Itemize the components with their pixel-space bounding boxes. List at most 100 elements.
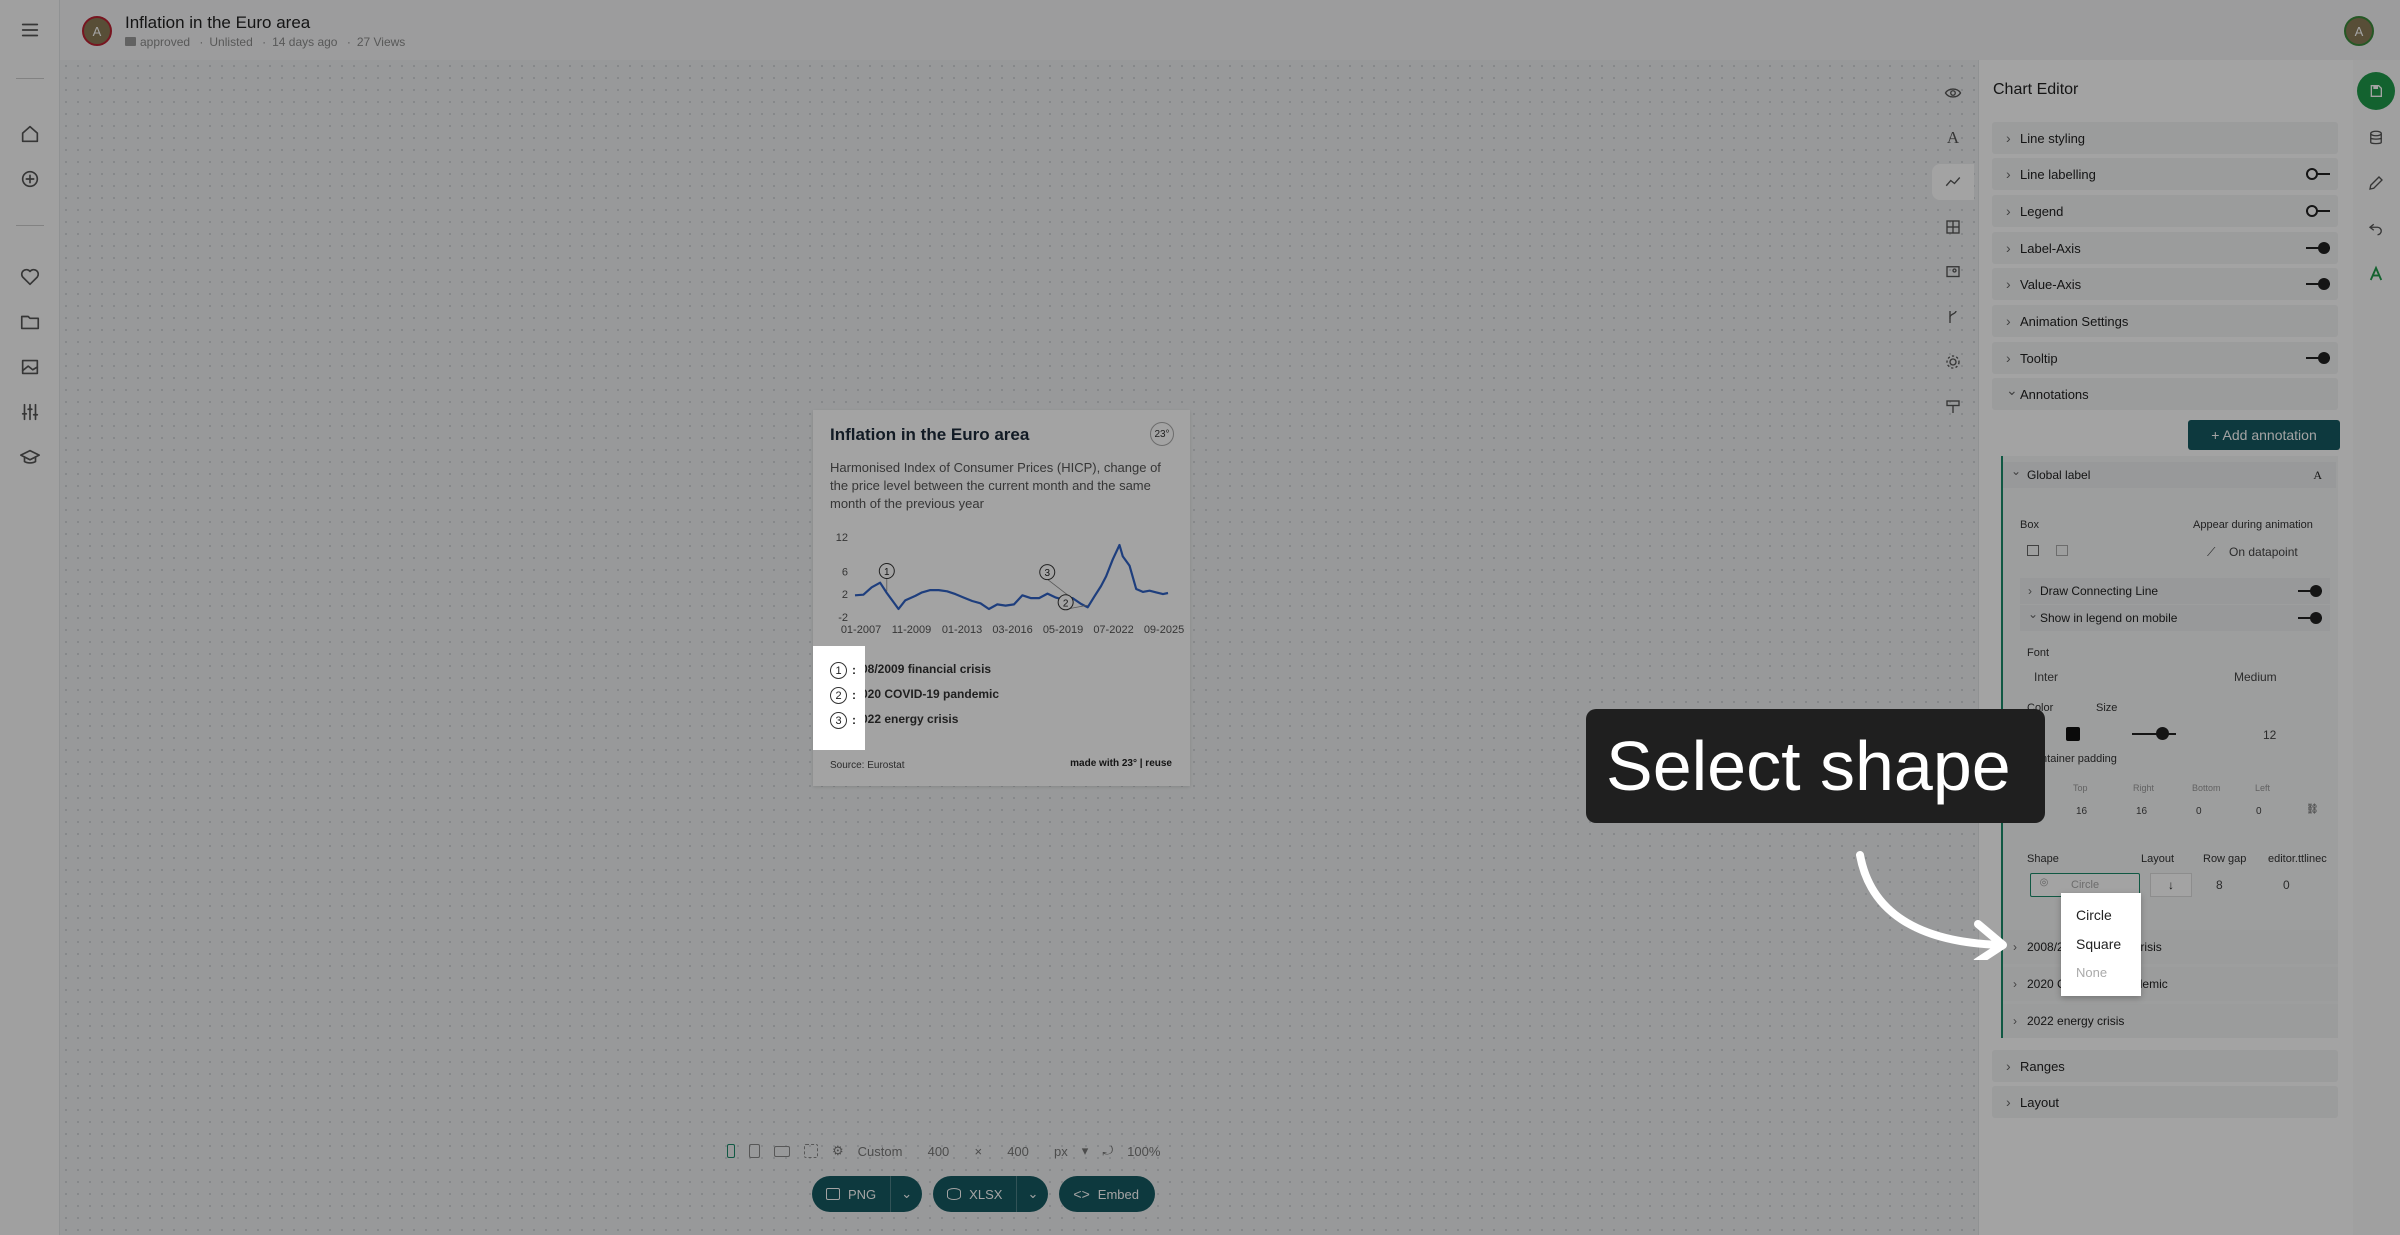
slider-track[interactable] [2132,733,2176,735]
extra-input[interactable]: 0 [2283,878,2290,892]
menu-icon[interactable] [15,15,45,45]
home-icon[interactable] [15,119,45,149]
desktop-size-icon[interactable] [774,1145,790,1157]
grid-icon[interactable] [1942,216,1964,238]
layout-select[interactable]: ↓ [2150,873,2192,897]
section-line-styling[interactable]: Line styling [1992,122,2338,154]
made-with-link[interactable]: made with 23° | reuse [1070,758,1172,769]
branch-icon[interactable] [1942,306,1964,328]
folder-icon [125,37,136,46]
undo-icon[interactable] [2361,213,2391,243]
gear-icon[interactable] [1942,351,1964,373]
graduation-cap-icon[interactable] [15,442,45,472]
section-value-axis[interactable]: Value-Axis [1992,268,2338,300]
section-layout[interactable]: Layout [1992,1086,2338,1118]
global-label-header[interactable]: Global labelA [2003,462,2336,488]
chevron-down-icon[interactable]: ⌄ [1016,1176,1048,1212]
tablet-size-icon[interactable] [749,1144,760,1158]
rail-divider [16,225,44,226]
png-export-button[interactable]: PNG ⌄ [812,1176,923,1212]
section-animation-settings[interactable]: Animation Settings [1992,305,2338,337]
pencil-icon[interactable] [2361,168,2391,198]
y-tick-label: 2 [842,589,848,601]
padding-top-input[interactable]: 16 [2076,806,2087,817]
eye-icon[interactable] [1942,82,1964,104]
folder-icon[interactable] [15,307,45,337]
zoom-level[interactable]: 100% [1127,1144,1160,1159]
fullscreen-icon[interactable] [804,1144,818,1158]
paint-roller-icon[interactable] [1942,396,1964,418]
width-input[interactable]: 400 [916,1144,960,1159]
tooltip-toggle[interactable] [2306,352,2330,364]
owner-avatar[interactable]: A [82,16,112,46]
chevron-down-icon[interactable]: ⌄ [890,1176,922,1212]
font-family-select[interactable]: Inter [2034,670,2058,684]
document-title[interactable]: Inflation in the Euro area [125,13,310,33]
times-icon: × [974,1143,983,1159]
image-frame-icon[interactable] [1942,261,1964,283]
padding-bottom-label: Bottom [2192,783,2221,793]
padding-left-input[interactable]: 0 [2256,806,2262,817]
text-style-icon[interactable]: A [1942,127,1964,149]
legend-mobile-toggle[interactable] [2298,612,2322,624]
save-button[interactable] [2357,72,2395,110]
color-swatch[interactable] [2066,727,2080,741]
x-tick-label: 03-2016 [992,624,1032,636]
label-axis-toggle[interactable] [2306,242,2330,254]
link-icon[interactable]: ⛓ [2306,804,2319,815]
font-weight-select[interactable]: Medium [2234,670,2277,684]
chevron-down-icon[interactable]: ▾ [1082,1143,1089,1159]
gear-icon[interactable]: ⚙ [832,1143,844,1159]
font-label: Font [2027,647,2050,659]
connecting-line-toggle[interactable] [2298,585,2322,597]
xlsx-export-button[interactable]: XLSX ⌄ [933,1176,1049,1212]
font-size-input[interactable]: 12 [2263,728,2276,742]
add-annotation-button[interactable]: + Add annotation [2188,420,2340,450]
section-line-labelling[interactable]: Line labelling [1992,158,2338,190]
add-circle-icon[interactable] [15,164,45,194]
legend-toggle[interactable] [2306,205,2330,217]
box-outline-icon[interactable] [2027,545,2039,556]
row-gap-input[interactable]: 8 [2216,878,2223,892]
shape-option-circle[interactable]: Circle [2076,907,2112,923]
section-tooltip[interactable]: Tooltip [1992,342,2338,374]
chart-title: Inflation in the Euro area [830,425,1030,444]
legend-label: 08/2009 financial crisis [861,661,992,676]
appear-select[interactable]: On datapoint [2229,545,2298,559]
line-labelling-toggle[interactable] [2306,168,2330,180]
annotation-item[interactable]: 2020 COVID-19 pandemic [2003,967,2338,1001]
shape-option-square[interactable]: Square [2076,936,2121,952]
mobile-size-icon[interactable] [727,1144,735,1158]
sliders-icon[interactable] [15,397,45,427]
brand-a-icon[interactable] [2361,259,2391,289]
draw-connecting-line-row[interactable]: Draw Connecting Line [2020,578,2330,604]
section-annotations[interactable]: Annotations [1992,378,2338,410]
padding-right-input[interactable]: 16 [2136,806,2147,817]
value-axis-toggle[interactable] [2306,278,2330,290]
database-icon[interactable] [2361,123,2391,153]
embed-button[interactable]: <> Embed [1059,1176,1155,1212]
heart-icon[interactable] [15,262,45,292]
section-label-axis[interactable]: Label-Axis [1992,232,2338,264]
section-legend[interactable]: Legend [1992,195,2338,227]
show-in-legend-row[interactable]: Show in legend on mobile [2020,605,2330,631]
unit-select[interactable]: px [1054,1144,1068,1159]
chart-subtitle: Harmonised Index of Consumer Prices (HIC… [830,460,1161,511]
x-tick-label: 01-2007 [841,624,881,636]
rotate-icon[interactable]: ⤾ [1102,1143,1113,1159]
annotation-item[interactable]: 2008/2009 financial crisis [2003,930,2338,964]
height-input[interactable]: 400 [996,1144,1040,1159]
section-ranges[interactable]: Ranges [1992,1050,2338,1082]
box-filled-icon[interactable] [2056,545,2068,556]
rail-divider [16,78,44,79]
size-preset[interactable]: Custom [858,1144,903,1159]
slider-handle[interactable] [2156,727,2169,740]
annotation-item[interactable]: 2022 energy crisis [2003,1004,2338,1038]
top-header: A Inflation in the Euro area approved · U… [60,0,2400,60]
shape-option-none[interactable]: None [2076,965,2107,980]
chart-card[interactable]: Inflation in the Euro area 23° Harmonise… [813,410,1190,786]
padding-bottom-input[interactable]: 0 [2196,806,2202,817]
user-avatar[interactable]: A [2344,16,2374,46]
image-icon[interactable] [15,352,45,382]
line-chart-icon[interactable] [1942,171,1964,193]
